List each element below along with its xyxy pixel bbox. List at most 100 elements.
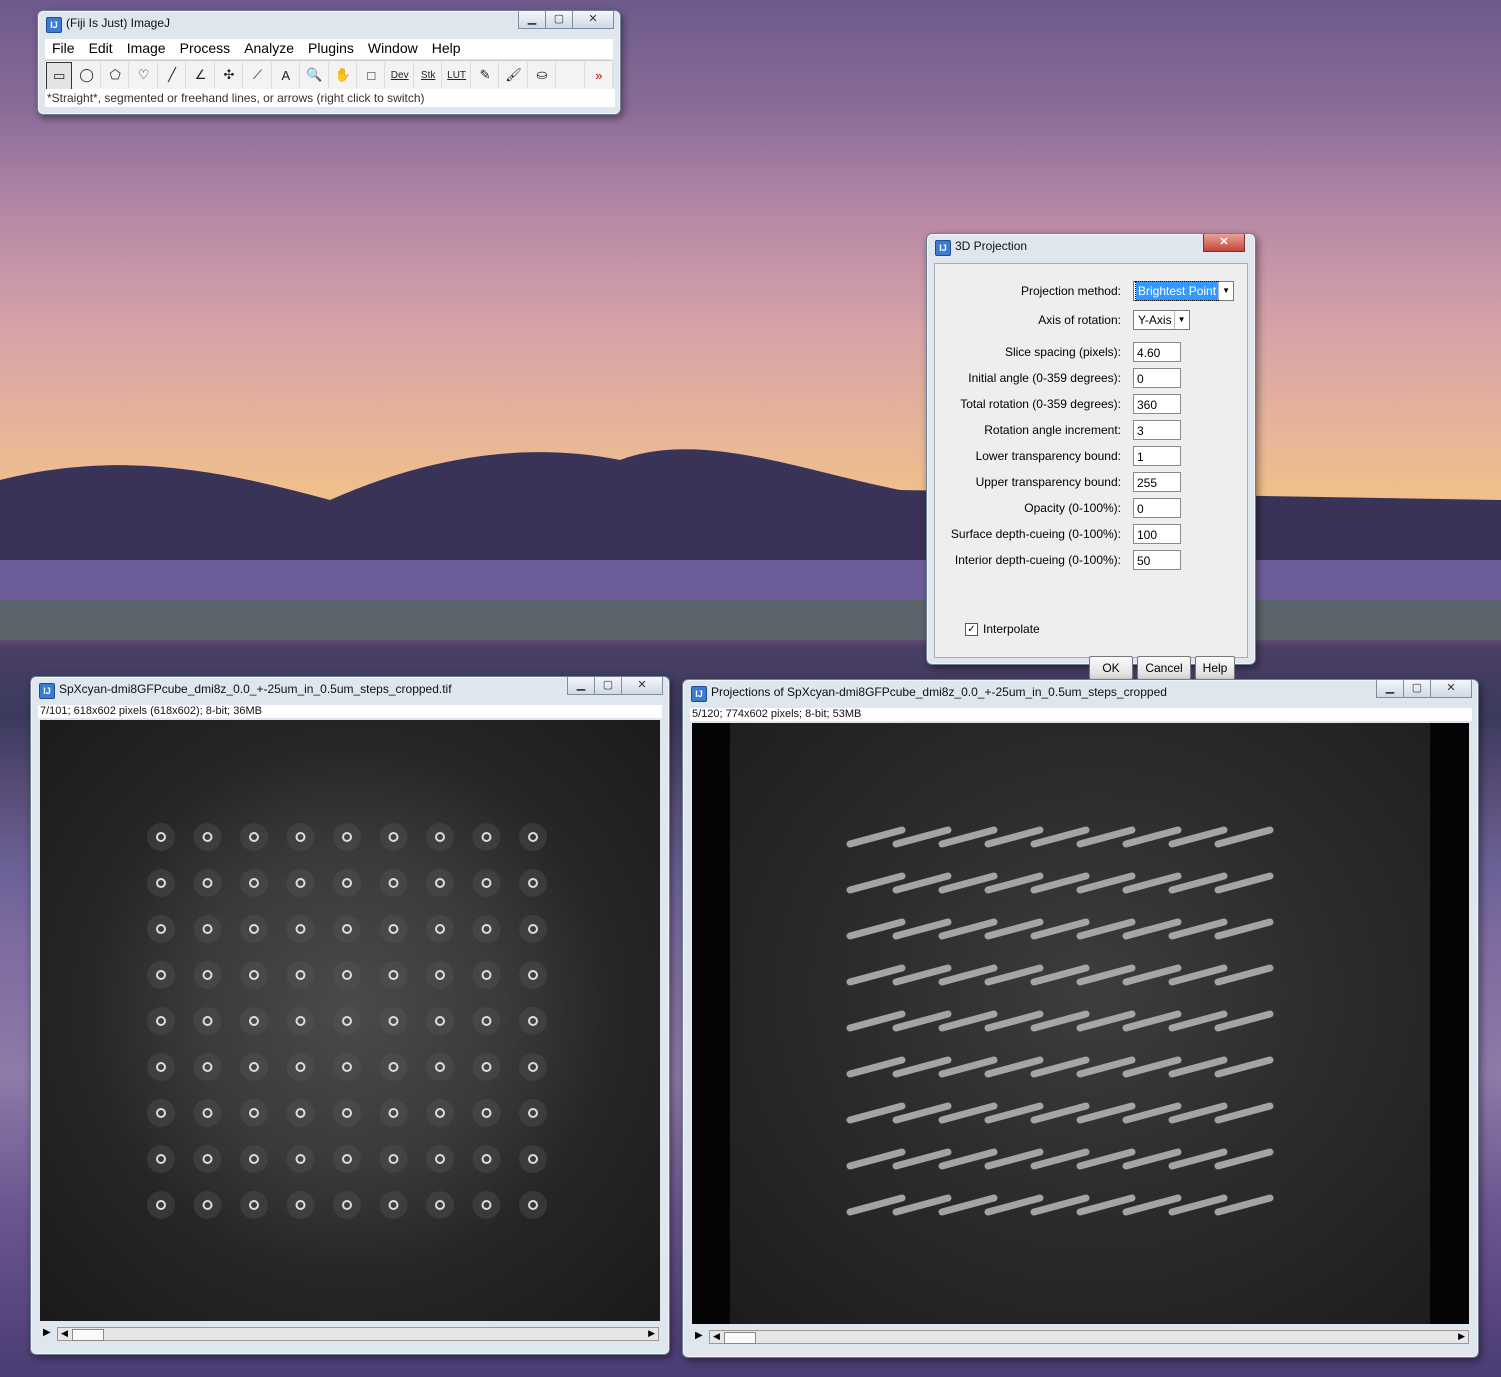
bead-halo [147, 869, 175, 897]
slice-spacing-input[interactable]: 4.60 [1133, 342, 1181, 362]
hand-tool-icon[interactable]: ✋ [330, 62, 358, 88]
imagej-app-icon: IJ [39, 683, 55, 699]
close-button[interactable]: ✕ [621, 677, 663, 695]
play-icon[interactable]: ▶ [43, 1327, 51, 1338]
chevron-down-icon[interactable]: ▼ [1218, 282, 1233, 300]
interior-depth-label: Interior depth-cueing (0-100%): [954, 553, 1121, 567]
field-row: Total rotation (0-359 degrees): 360 [935, 394, 1247, 416]
surface-depth-input[interactable]: 100 [1133, 524, 1181, 544]
menu-process[interactable]: Process [173, 39, 238, 59]
image-window-projections[interactable]: IJ Projections of SpXcyan-dmi8GFPcube_dm… [682, 679, 1479, 1358]
menu-image[interactable]: Image [120, 39, 173, 59]
menu-analyze[interactable]: Analyze [237, 39, 301, 59]
bead-halo [240, 823, 268, 851]
image-window-stack[interactable]: IJ SpXcyan-dmi8GFPcube_dmi8z_0.0_+-25um_… [30, 676, 670, 1355]
maximize-button[interactable]: ▢ [545, 11, 573, 29]
slice-scrollbar[interactable]: ◀ ▶ [709, 1330, 1469, 1344]
bead-halo [286, 915, 315, 943]
window-title: (Fiji Is Just) ImageJ [66, 16, 171, 30]
scroll-left-icon[interactable]: ◀ [713, 1331, 720, 1342]
dev-menu-tool[interactable]: Dev [386, 62, 414, 88]
imagej-app-icon: IJ [935, 240, 951, 256]
axis-value: Y-Axis [1138, 313, 1172, 327]
minimize-button[interactable]: ▁ [567, 677, 595, 695]
help-button[interactable]: Help [1195, 656, 1235, 680]
line-tool-icon[interactable]: ╱ [159, 62, 187, 88]
scrollbar-thumb[interactable] [724, 1332, 756, 1344]
cancel-button[interactable]: Cancel [1137, 656, 1191, 680]
3d-projection-dialog[interactable]: IJ 3D Projection ✕ Projection method: Br… [926, 233, 1256, 680]
bead-halo [147, 1007, 175, 1035]
minimize-button[interactable]: ▁ [1376, 680, 1404, 698]
image-canvas[interactable] [692, 723, 1469, 1324]
opacity-input[interactable]: 0 [1133, 498, 1181, 518]
wand-tool-icon[interactable]: ⟋ [244, 62, 272, 88]
bead-halo [472, 1053, 501, 1081]
upper-transparency-input[interactable]: 255 [1133, 472, 1181, 492]
minimize-button[interactable]: ▁ [518, 11, 546, 29]
text-tool-icon[interactable]: A [273, 62, 301, 88]
pencil-tool-icon[interactable]: ✎ [472, 62, 500, 88]
stack-menu-tool[interactable]: Stk [415, 62, 443, 88]
color-picker-tool-icon[interactable]: □ [358, 62, 386, 88]
field-row: Rotation angle increment: 3 [935, 420, 1247, 442]
scroll-right-icon[interactable]: ▶ [648, 1328, 655, 1339]
maximize-button[interactable]: ▢ [1403, 680, 1431, 698]
bead-halo [426, 1145, 454, 1173]
rectangle-tool-icon[interactable]: ▭ [46, 62, 73, 90]
bead-halo [472, 1099, 501, 1127]
menu-help[interactable]: Help [425, 39, 468, 59]
image-canvas[interactable] [40, 720, 660, 1321]
lut-menu-tool[interactable]: LUT [443, 62, 471, 88]
polygon-tool-icon[interactable]: ⬠ [102, 62, 130, 88]
scroll-left-icon[interactable]: ◀ [61, 1328, 68, 1339]
ok-button[interactable]: OK [1089, 656, 1133, 680]
oval-tool-icon[interactable]: ◯ [73, 62, 101, 88]
bead-halo [379, 1007, 408, 1035]
bead-halo [240, 915, 268, 943]
bead-halo [426, 823, 454, 851]
more-tools-icon[interactable]: » [586, 62, 614, 88]
rotation-increment-input[interactable]: 3 [1133, 420, 1181, 440]
menu-plugins[interactable]: Plugins [301, 39, 361, 59]
initial-angle-input[interactable]: 0 [1133, 368, 1181, 388]
freehand-tool-icon[interactable]: ♡ [130, 62, 158, 88]
scrollbar-thumb[interactable] [72, 1329, 104, 1341]
menu-file[interactable]: File [45, 39, 82, 59]
maximize-button[interactable]: ▢ [594, 677, 622, 695]
close-button[interactable]: ✕ [572, 11, 614, 29]
flood-fill-tool-icon[interactable]: ⛀ [529, 62, 557, 88]
bead-halo [240, 869, 268, 897]
menu-window[interactable]: Window [361, 39, 425, 59]
title-bar[interactable]: IJ Projections of SpXcyan-dmi8GFPcube_dm… [683, 680, 1478, 706]
projection-method-select[interactable]: Brightest Point ▼ [1133, 281, 1235, 301]
total-rotation-input[interactable]: 360 [1133, 394, 1181, 414]
bead-halo [240, 1191, 268, 1219]
close-button[interactable]: ✕ [1203, 234, 1245, 252]
menu-edit[interactable]: Edit [82, 39, 120, 59]
title-bar[interactable]: IJ SpXcyan-dmi8GFPcube_dmi8z_0.0_+-25um_… [31, 677, 669, 703]
chevron-down-icon[interactable]: ▼ [1173, 311, 1189, 329]
lower-transparency-input[interactable]: 1 [1133, 446, 1181, 466]
play-icon[interactable]: ▶ [695, 1330, 703, 1341]
interior-depth-input[interactable]: 50 [1133, 550, 1181, 570]
bead-halo [472, 1191, 501, 1219]
brush-tool-icon[interactable]: 🖌 [500, 62, 528, 88]
title-bar[interactable]: IJ (Fiji Is Just) ImageJ ▁ ▢ ✕ [38, 11, 620, 37]
magnifier-tool-icon[interactable]: 🔍 [301, 62, 329, 88]
image-info: 5/120; 774x602 pixels; 8-bit; 53MB [690, 708, 1472, 721]
bead-halo [379, 961, 408, 989]
imagej-main-window[interactable]: IJ (Fiji Is Just) ImageJ ▁ ▢ ✕ File Edit… [37, 10, 621, 115]
rotation-increment-label: Rotation angle increment: [984, 423, 1121, 437]
scroll-right-icon[interactable]: ▶ [1458, 1331, 1465, 1342]
bead-halo [472, 823, 501, 851]
angle-tool-icon[interactable]: ∠ [187, 62, 215, 88]
slice-scrollbar[interactable]: ◀ ▶ [57, 1327, 659, 1341]
close-button[interactable]: ✕ [1430, 680, 1472, 698]
bead-halo [286, 869, 315, 897]
interpolate-checkbox[interactable]: ✓ [965, 622, 978, 636]
dialog-title-bar[interactable]: IJ 3D Projection ✕ [927, 234, 1255, 260]
axis-select[interactable]: Y-Axis ▼ [1133, 310, 1190, 330]
point-tool-icon[interactable]: ✣ [216, 62, 244, 88]
interpolate-option[interactable]: ✓ Interpolate [965, 622, 1040, 636]
